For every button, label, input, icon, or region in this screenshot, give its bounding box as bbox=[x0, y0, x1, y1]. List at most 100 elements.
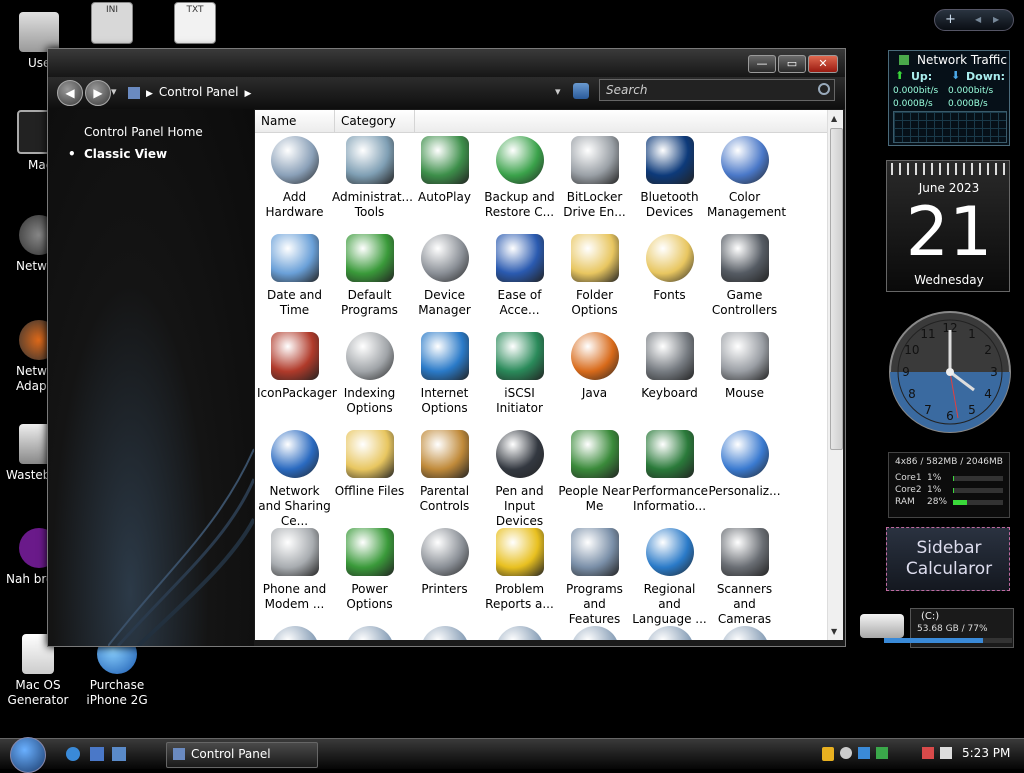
control-panel-item[interactable]: Parental Controls bbox=[407, 430, 482, 514]
control-panel-item[interactable]: Personaliz... bbox=[707, 430, 782, 499]
recent-pages-dropdown[interactable]: ▾ bbox=[111, 85, 117, 98]
control-panel-item[interactable]: Administrat... Tools bbox=[332, 136, 413, 220]
volume-tray-icon[interactable] bbox=[940, 747, 952, 759]
control-panel-item[interactable]: Add Hardware bbox=[257, 136, 332, 220]
network-traffic-gadget[interactable]: Network Traffic ⬆ Up: ⬇ Down: 0.000bit/s… bbox=[888, 50, 1010, 146]
control-panel-item[interactable]: Game Controllers bbox=[707, 234, 782, 318]
control-panel-item[interactable]: Color Management bbox=[707, 136, 786, 220]
refresh-icon[interactable] bbox=[573, 83, 589, 99]
show-desktop-icon[interactable] bbox=[90, 747, 104, 761]
control-panel-item-partial[interactable] bbox=[257, 626, 332, 640]
network-tray-icon[interactable] bbox=[922, 747, 934, 759]
scanners-cameras-icon bbox=[720, 528, 769, 576]
pen-input-icon bbox=[495, 430, 544, 478]
control-panel-item[interactable]: Backup and Restore C... bbox=[482, 136, 557, 220]
control-panel-item-partial[interactable] bbox=[557, 626, 632, 640]
sidebar-calculator-gadget[interactable]: Sidebar Calcularor bbox=[886, 527, 1010, 591]
next-gadget-button[interactable]: ▶ bbox=[993, 15, 999, 24]
security-tray-icon[interactable] bbox=[822, 747, 834, 761]
control-panel-item[interactable]: Pen and Input Devices bbox=[482, 430, 557, 529]
title-bar[interactable]: — ▭ ✕ bbox=[48, 49, 845, 77]
control-panel-item[interactable]: Bluetooth Devices bbox=[632, 136, 707, 220]
control-panel-item[interactable]: Scanners and Cameras bbox=[707, 528, 782, 627]
control-panel-item-icon bbox=[420, 626, 469, 640]
control-panel-item[interactable]: Ease of Acce... bbox=[482, 234, 557, 318]
control-panel-item[interactable]: Fonts bbox=[632, 234, 707, 303]
control-panel-item[interactable]: Internet Options bbox=[407, 332, 482, 416]
column-header-name[interactable]: Name bbox=[255, 110, 335, 132]
control-panel-item[interactable]: Java bbox=[557, 332, 632, 401]
taskbar-clock[interactable]: 5:23 PM bbox=[962, 746, 1010, 760]
control-panel-window: — ▭ ✕ ◀ ▶ ▾ ▶ Control Panel ▶ ▾ Search Con… bbox=[47, 48, 846, 647]
clock-number: 1 bbox=[968, 327, 976, 341]
control-panel-home-link[interactable]: Control Panel Home bbox=[84, 125, 203, 139]
control-panel-item[interactable]: Printers bbox=[407, 528, 482, 597]
desktop-icon-ini[interactable]: INI bbox=[82, 2, 142, 48]
control-panel-item-label: Indexing Options bbox=[343, 386, 396, 415]
search-input[interactable]: Search bbox=[599, 79, 835, 101]
cpu-meter-gadget[interactable]: 4x86 / 582MB / 2046MB Core1 1% Core2 1% RAM 2… bbox=[888, 452, 1010, 518]
drive-meter-gadget[interactable]: (C:) 53.68 GB / 77% bbox=[860, 606, 1014, 648]
maximize-button[interactable]: ▭ bbox=[778, 55, 806, 73]
scroll-thumb[interactable] bbox=[830, 128, 843, 450]
ie-quicklaunch-icon[interactable] bbox=[66, 747, 80, 761]
tray-icon[interactable] bbox=[840, 747, 852, 759]
control-panel-item[interactable]: Phone and Modem ... bbox=[257, 528, 332, 612]
tray-icon[interactable] bbox=[876, 747, 888, 759]
breadcrumb[interactable]: ▶ Control Panel ▶ bbox=[128, 82, 546, 102]
control-panel-item[interactable]: Device Manager bbox=[407, 234, 482, 318]
control-panel-item[interactable]: iSCSI Initiator bbox=[482, 332, 557, 416]
offline-files-icon bbox=[345, 430, 394, 478]
control-panel-item[interactable]: BitLocker Drive En... bbox=[557, 136, 632, 220]
add-gadget-button[interactable]: + bbox=[945, 12, 956, 27]
control-panel-item-label: Offline Files bbox=[334, 484, 405, 498]
close-button[interactable]: ✕ bbox=[808, 55, 838, 73]
clock-gadget[interactable]: 12 1 2 3 4 5 6 7 8 9 10 11 bbox=[888, 310, 1012, 434]
control-panel-item[interactable]: Keyboard bbox=[632, 332, 707, 401]
control-panel-item-partial[interactable] bbox=[332, 626, 407, 640]
breadcrumb-item[interactable]: Control Panel bbox=[159, 85, 239, 99]
forward-button[interactable]: ▶ bbox=[85, 80, 111, 106]
control-panel-item[interactable]: Date and Time bbox=[257, 234, 332, 318]
control-panel-item[interactable]: Network and Sharing Ce... bbox=[257, 430, 332, 529]
control-panel-item[interactable]: Default Programs bbox=[332, 234, 407, 318]
taskbar-button-control-panel[interactable]: Control Panel bbox=[166, 742, 318, 768]
vertical-scrollbar[interactable]: ▲ ▼ bbox=[827, 110, 843, 640]
cpu-header: 4x86 / 582MB / 2046MB bbox=[895, 457, 1003, 467]
classic-view-link[interactable]: • Classic View bbox=[68, 147, 167, 161]
control-panel-item[interactable]: Mouse bbox=[707, 332, 782, 401]
internet-options-icon bbox=[420, 332, 469, 380]
control-panel-item-partial[interactable] bbox=[707, 626, 782, 640]
control-panel-item[interactable]: AutoPlay bbox=[407, 136, 482, 205]
calendar-gadget[interactable]: June 2023 21 Wednesday bbox=[886, 160, 1010, 292]
address-dropdown-icon[interactable]: ▾ bbox=[555, 85, 561, 98]
control-panel-item[interactable]: Indexing Options bbox=[332, 332, 407, 416]
bitlocker-icon bbox=[570, 136, 619, 184]
control-panel-item[interactable]: Performance Informatio... bbox=[632, 430, 708, 514]
minimize-button[interactable]: — bbox=[748, 55, 776, 73]
control-panel-item-icon bbox=[645, 626, 694, 640]
control-panel-item[interactable]: Programs and Features bbox=[557, 528, 632, 627]
scroll-down-icon[interactable]: ▼ bbox=[831, 627, 837, 636]
control-panel-item[interactable]: People Near Me bbox=[557, 430, 632, 514]
control-panel-item[interactable]: Power Options bbox=[332, 528, 407, 612]
control-panel-item-partial[interactable] bbox=[407, 626, 482, 640]
search-icon[interactable] bbox=[818, 83, 830, 95]
desktop-icon-txt[interactable]: TXT bbox=[165, 2, 225, 48]
scroll-up-icon[interactable]: ▲ bbox=[831, 114, 837, 123]
control-panel-item[interactable]: Regional and Language ... bbox=[632, 528, 707, 627]
tray-icon[interactable] bbox=[858, 747, 870, 759]
prev-gadget-button[interactable]: ◀ bbox=[975, 15, 981, 24]
breadcrumb-chevron-icon[interactable]: ▶ bbox=[245, 89, 252, 99]
control-panel-item[interactable]: IconPackager bbox=[257, 332, 337, 401]
back-button[interactable]: ◀ bbox=[57, 80, 83, 106]
control-panel-item[interactable]: Folder Options bbox=[557, 234, 632, 318]
control-panel-item-partial[interactable] bbox=[632, 626, 707, 640]
control-panel-item-partial[interactable] bbox=[482, 626, 557, 640]
clock-number: 8 bbox=[908, 387, 916, 401]
breadcrumb-separator-icon: ▶ bbox=[146, 89, 153, 99]
control-panel-item[interactable]: Offline Files bbox=[332, 430, 407, 499]
column-header-category[interactable]: Category bbox=[335, 110, 415, 132]
control-panel-item[interactable]: Problem Reports a... bbox=[482, 528, 557, 612]
switch-windows-icon[interactable] bbox=[112, 747, 126, 761]
